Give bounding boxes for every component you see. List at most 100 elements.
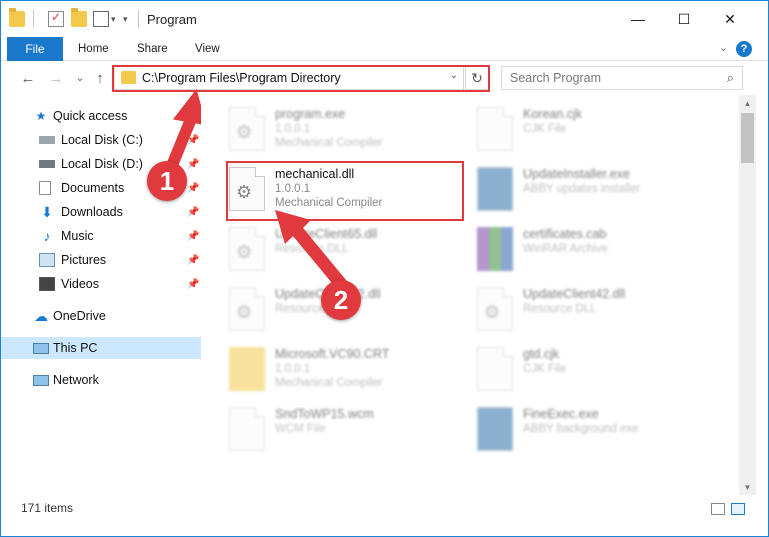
sidebar-item-downloads[interactable]: ⬇ Downloads 📌 (1, 201, 201, 223)
large-icons-view-icon[interactable] (731, 503, 745, 515)
file-item-updateclient42[interactable]: ⚙ UpdateClient42.dll Resource DLL (477, 285, 717, 343)
sidebar-item-label: This PC (53, 341, 98, 355)
search-box[interactable]: Search Program ⌕ (501, 66, 743, 90)
help-icon[interactable]: ? (736, 41, 752, 57)
sidebar-item-label: Downloads (61, 205, 123, 219)
music-icon: ♪ (43, 228, 51, 244)
gear-icon: ⚙ (236, 122, 253, 142)
file-item-fineexec[interactable]: FineExec.exe ABBY background exe (477, 405, 717, 463)
file-name: Microsoft.VC90.CRT (275, 347, 390, 361)
sidebar-item-quick-access[interactable]: ★ Quick access (1, 105, 201, 127)
back-button[interactable]: ← (19, 69, 37, 87)
computer-icon (33, 342, 49, 354)
file-name: SndToWP15.wcm (275, 407, 374, 421)
tab-share[interactable]: Share (137, 37, 168, 61)
sidebar-item-onedrive[interactable]: ☁ OneDrive (1, 305, 201, 327)
star-icon: ★ (35, 109, 47, 123)
refresh-button[interactable]: ↻ (465, 66, 489, 90)
pin-icon[interactable]: 📌 (187, 231, 199, 242)
generic-file-icon (229, 407, 265, 451)
sidebar-item-label: Network (53, 373, 99, 387)
close-button[interactable]: ✕ (707, 1, 753, 37)
file-item-updateclient65[interactable]: ⚙ UpdateClient65.dll Resource DLL (229, 225, 469, 283)
scroll-up-icon[interactable]: ▲ (739, 95, 756, 111)
forward-button[interactable]: → (47, 69, 65, 87)
vertical-scrollbar[interactable]: ▲ ▼ (739, 95, 756, 495)
videos-icon (39, 277, 55, 291)
properties-icon[interactable]: ✓ (48, 10, 64, 27)
pin-icon[interactable]: 📌 (187, 255, 199, 266)
sidebar-item-network[interactable]: Network (1, 369, 201, 391)
search-input[interactable]: Search Program (510, 71, 601, 85)
pin-icon[interactable]: 📌 (187, 279, 199, 290)
view-options-icon[interactable] (93, 11, 109, 27)
up-button[interactable]: ↑ (91, 69, 109, 87)
file-item-sndtowp15[interactable]: SndToWP15.wcm WCM File (229, 405, 469, 463)
pin-icon[interactable]: 📌 (187, 183, 199, 194)
scroll-thumb[interactable] (741, 113, 754, 163)
file-name: UpdateClient42.dll (523, 287, 626, 301)
file-item-mechanical-dll[interactable]: ⚙ mechanical.dll 1.0.0.1 Mechanical Comp… (229, 165, 469, 223)
sidebar-item-label: Documents (61, 181, 125, 195)
sidebar-item-local-disk-c[interactable]: Local Disk (C:) 📌 (1, 129, 201, 151)
sidebar-item-this-pc[interactable]: This PC (1, 337, 201, 359)
file-description: CJK File (523, 363, 567, 375)
file-description: Resource DLL (523, 303, 597, 315)
expand-ribbon-icon[interactable]: ⌄ (719, 41, 728, 54)
tab-file[interactable]: File (7, 37, 63, 61)
file-item-certificates-cab[interactable]: certificates.cab WinRAR Archive (477, 225, 717, 283)
pin-icon[interactable]: 📌 (187, 207, 199, 218)
new-folder-icon[interactable] (71, 8, 87, 27)
ribbon-tabs: File Home Share View ⌄ ? (1, 37, 768, 61)
pictures-icon (39, 253, 55, 267)
file-version: 1.0.0.1 (275, 183, 311, 195)
file-version: 1.0.0.1 (275, 363, 311, 375)
pin-icon[interactable]: 📌 (187, 135, 199, 146)
file-item-microsoft-vc90[interactable]: Microsoft.VC90.CRT 1.0.0.1 Mechanical Co… (229, 345, 469, 403)
file-list: ⚙ program.exe 1.0.0.1 Mechanical Compile… (201, 95, 739, 495)
generic-file-icon (477, 347, 513, 391)
file-item-korean-cjk[interactable]: Korean.cjk CJK File (477, 105, 717, 163)
annotation-badge-2: 2 (321, 280, 361, 320)
address-bar[interactable]: C:\Program Files\Program Directory ⌄ (114, 66, 464, 90)
sidebar-item-pictures[interactable]: Pictures 📌 (1, 249, 201, 271)
tab-home[interactable]: Home (78, 37, 109, 61)
sidebar-item-label: Music (61, 229, 94, 243)
archive-icon (477, 227, 513, 271)
toolbar-divider (33, 10, 34, 28)
window-title: Program (147, 12, 197, 27)
address-path: C:\Program Files\Program Directory (142, 71, 341, 85)
file-name: program.exe (275, 107, 346, 121)
file-item-program-exe[interactable]: ⚙ program.exe 1.0.0.1 Mechanical Compile… (229, 105, 469, 163)
scroll-down-icon[interactable]: ▼ (739, 479, 756, 495)
recent-locations-button[interactable]: ⌄ (71, 69, 89, 87)
file-description: Mechanical Compiler (275, 137, 383, 149)
maximize-button[interactable]: ☐ (661, 1, 707, 37)
search-icon[interactable]: ⌕ (727, 70, 734, 86)
dll-file-icon: ⚙ (477, 287, 513, 331)
drive-icon (39, 160, 55, 168)
file-item-gtd-cjk[interactable]: gtd.cjk CJK File (477, 345, 717, 403)
gear-icon: ⚙ (236, 182, 253, 202)
minimize-button[interactable]: — (615, 1, 661, 37)
sidebar-item-label: Local Disk (D:) (61, 157, 143, 171)
file-name: Korean.cjk (523, 107, 583, 121)
network-icon (33, 374, 49, 386)
file-name: UpdateClient65.dll (275, 227, 378, 241)
file-description: Mechanical Compiler (275, 197, 383, 209)
details-view-icon[interactable] (711, 503, 725, 515)
tab-view[interactable]: View (195, 37, 220, 61)
gear-icon: ⚙ (236, 302, 253, 322)
sidebar-item-label: OneDrive (53, 309, 106, 323)
file-version: 1.0.0.1 (275, 123, 311, 135)
title-separator (138, 10, 139, 28)
file-item-updateinstaller[interactable]: UpdateInstaller.exe ABBY updates install… (477, 165, 717, 223)
folder-icon (9, 8, 25, 27)
chevron-down-icon[interactable]: ⌄ (450, 70, 458, 81)
pin-icon[interactable]: 📌 (187, 159, 199, 170)
dropdown-arrow-icon[interactable]: ▾ (123, 14, 139, 30)
sidebar-item-label: Local Disk (C:) (61, 133, 143, 147)
file-description: ABBY background exe (523, 423, 639, 435)
sidebar-item-music[interactable]: ♪ Music 📌 (1, 225, 201, 247)
sidebar-item-videos[interactable]: Videos 📌 (1, 273, 201, 295)
